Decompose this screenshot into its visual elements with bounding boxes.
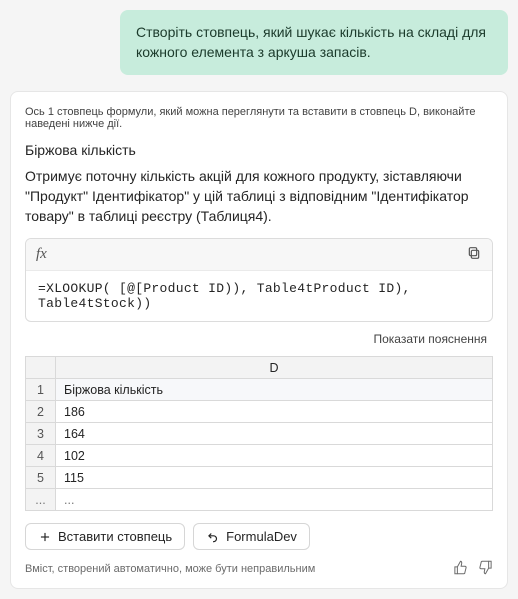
column-description: Отримує поточну кількість акцій для кожн… — [25, 166, 493, 227]
cell-value: 102 — [56, 445, 493, 467]
row-number: ... — [26, 489, 56, 511]
response-footer: Вміст, створений автоматично, може бути … — [25, 558, 493, 578]
insert-column-button[interactable]: Вставити стовпець — [25, 523, 185, 550]
explain-row: Показати пояснення — [25, 328, 493, 356]
corner-cell — [26, 357, 56, 379]
insert-column-label: Вставити стовпець — [58, 529, 172, 544]
row-number: 3 — [26, 423, 56, 445]
preview-table: D 1 Біржова кількість 2 186 3 164 4 102 … — [25, 356, 493, 511]
formula-dev-label: FormulaDev — [226, 529, 297, 544]
table-row: 4 102 — [26, 445, 493, 467]
table-row: 3 164 — [26, 423, 493, 445]
row-number: 4 — [26, 445, 56, 467]
undo-icon — [206, 530, 220, 544]
cell-value: 186 — [56, 401, 493, 423]
formula-text[interactable]: =XLOOKUP( [@[Product ID)), Table4tProduc… — [26, 271, 492, 321]
cell-value: 115 — [56, 467, 493, 489]
thumbs-down-icon[interactable] — [478, 560, 493, 578]
table-row: 5 115 — [26, 467, 493, 489]
user-prompt-bubble: Створіть стовпець, який шукає кількість … — [120, 10, 508, 75]
fx-label: fx — [36, 246, 47, 263]
table-row: 2 186 — [26, 401, 493, 423]
table-row: 1 Біржова кількість — [26, 379, 493, 401]
assistant-response-card: Ось 1 стовпець формули, який можна перег… — [10, 91, 508, 590]
thumbs-up-icon[interactable] — [453, 560, 468, 578]
user-prompt-text: Створіть стовпець, який шукає кількість … — [136, 24, 486, 60]
action-button-row: Вставити стовпець FormulaDev — [25, 523, 493, 550]
formula-header: fx — [26, 239, 492, 271]
cell-value: Біржова кількість — [56, 379, 493, 401]
table-row-ellipsis: ... ... — [26, 489, 493, 511]
response-intro: Ось 1 стовпець формули, який можна перег… — [25, 106, 493, 130]
column-letter-header: D — [56, 357, 493, 379]
cell-value: 164 — [56, 423, 493, 445]
show-explanation-link[interactable]: Показати пояснення — [373, 332, 487, 346]
feedback-buttons — [453, 560, 493, 578]
formula-dev-button[interactable]: FormulaDev — [193, 523, 310, 550]
row-number: 5 — [26, 467, 56, 489]
row-number: 1 — [26, 379, 56, 401]
row-number: 2 — [26, 401, 56, 423]
cell-value: ... — [56, 489, 493, 511]
copy-icon[interactable] — [466, 245, 482, 264]
column-title: Біржова кількість — [25, 142, 493, 158]
plus-icon — [38, 530, 52, 544]
formula-box: fx =XLOOKUP( [@[Product ID)), Table4tPro… — [25, 238, 493, 322]
